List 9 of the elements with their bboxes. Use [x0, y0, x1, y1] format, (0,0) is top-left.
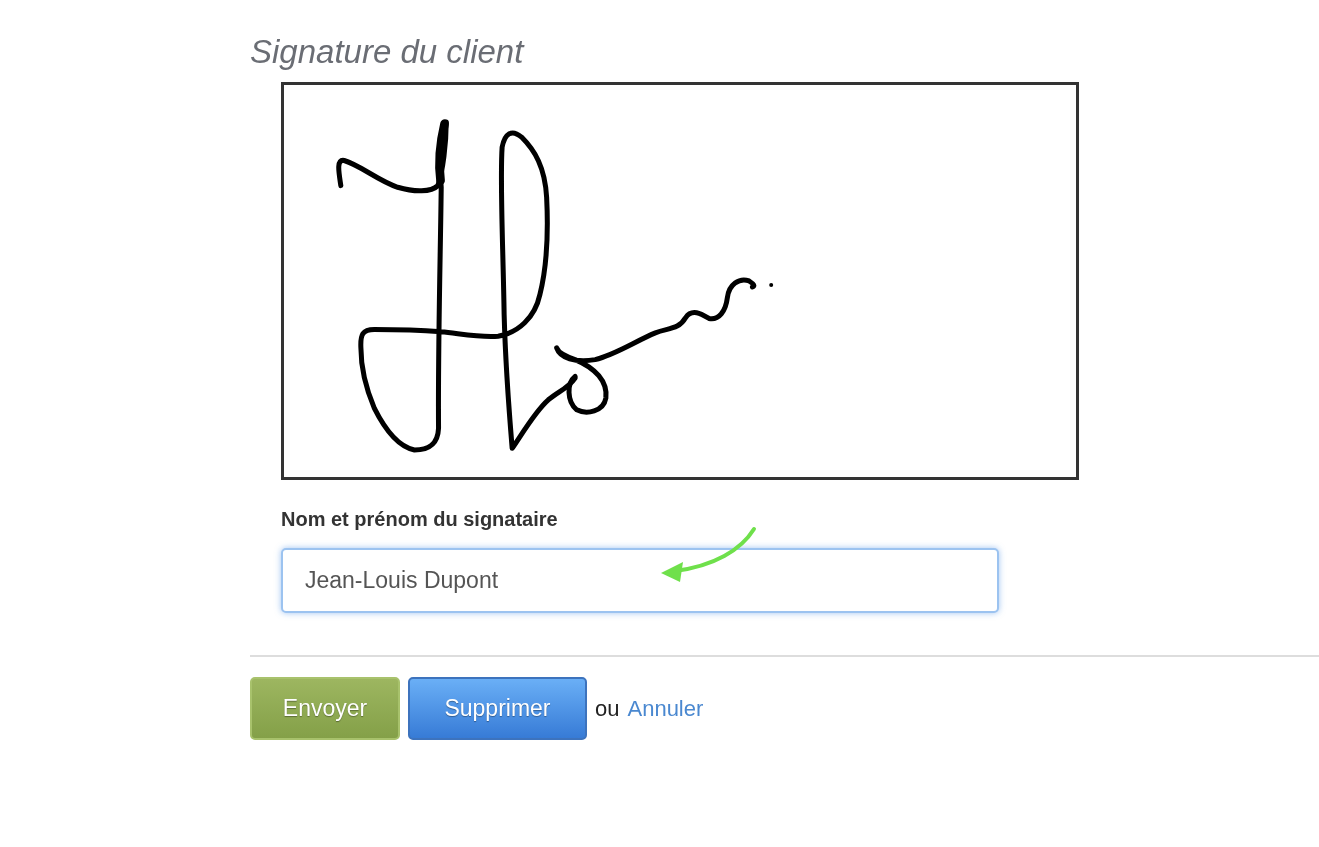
signature-pad[interactable] [281, 82, 1079, 480]
separator-text: ou [595, 695, 620, 723]
signer-name-input[interactable]: Jean-Louis Dupont [281, 548, 999, 613]
curved-arrow-icon [659, 526, 757, 582]
section-title: Signature du client [250, 32, 524, 72]
cancel-link[interactable]: Annuler [627, 692, 704, 725]
action-button[interactable]: Envoyer [250, 677, 400, 740]
action-button[interactable]: Supprimer [408, 677, 587, 740]
field-label: Nom et prénom du signataire [281, 507, 558, 531]
